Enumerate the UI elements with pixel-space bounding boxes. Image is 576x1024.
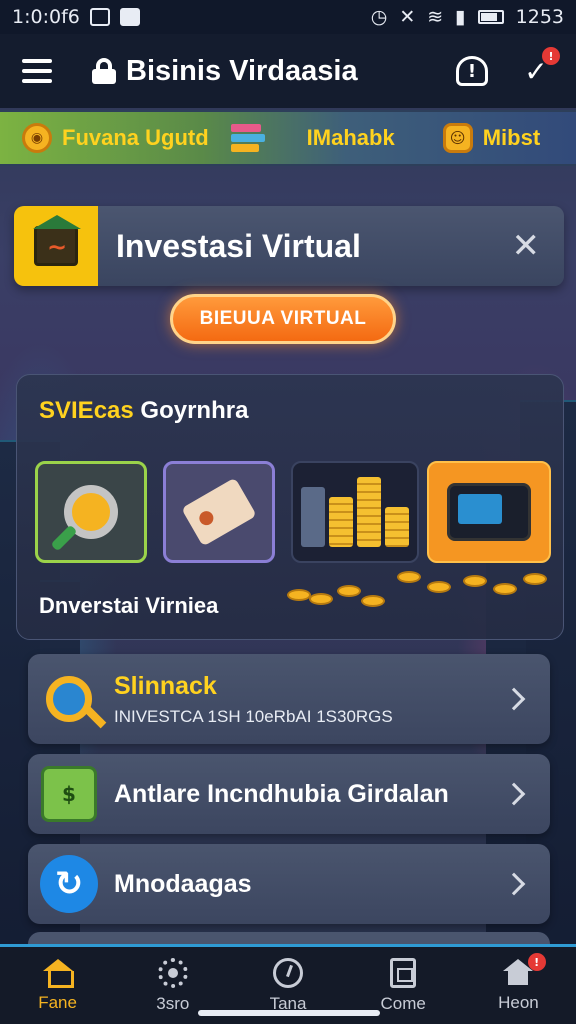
promo-label: Fuvana Ugutd bbox=[62, 125, 209, 150]
panel-title: SVIEcas Goyrnhra bbox=[39, 397, 248, 425]
gear-icon bbox=[157, 957, 188, 988]
panel-title-rest: Goyrnhra bbox=[133, 397, 249, 424]
notification-badge: ! bbox=[542, 47, 560, 65]
list-item-title: Mnodaagas bbox=[114, 869, 252, 898]
alarm-icon: ◷ bbox=[370, 6, 388, 28]
app-title: Bisinis Virdaasia bbox=[126, 54, 358, 87]
price-tag-icon bbox=[181, 477, 257, 547]
chevron-right-icon bbox=[502, 687, 526, 711]
books-icon bbox=[230, 124, 267, 152]
list-item[interactable]: $ Antlare Incndhubia Girdalan bbox=[28, 754, 550, 834]
feature-panel: SVIEcas Goyrnhra Dnverstai Virniea bbox=[16, 374, 564, 640]
investment-card-header: Investasi Virtual ✕ bbox=[14, 206, 564, 286]
face-icon: ☺ bbox=[442, 123, 473, 153]
key-icon bbox=[40, 670, 98, 728]
battery-icon bbox=[477, 10, 504, 24]
list-item-title: Antlare Incndhubia Girdalan bbox=[114, 779, 449, 808]
magnifier-icon bbox=[64, 485, 118, 539]
mute-icon: ✕ bbox=[399, 6, 416, 28]
nav-label: Come bbox=[380, 993, 426, 1013]
promo-item-2[interactable]: IMahabk bbox=[307, 125, 395, 151]
coins-decoration bbox=[287, 571, 557, 615]
investment-house-icon bbox=[14, 206, 98, 286]
lock-icon bbox=[92, 58, 116, 84]
home-indicator[interactable] bbox=[198, 1010, 380, 1016]
panel-title-highlight: SVIEcas bbox=[39, 397, 134, 424]
virtual-cta-button[interactable]: BIEUUA VIRTUAL bbox=[170, 294, 396, 344]
promo-item-3[interactable]: ☺ Mibst bbox=[442, 123, 541, 153]
chevron-right-icon bbox=[502, 782, 526, 806]
nav-label: Fane bbox=[38, 992, 77, 1012]
refresh-icon: ↻ bbox=[40, 855, 98, 913]
promo-label: IMahabk bbox=[306, 125, 395, 150]
chevron-right-icon bbox=[502, 872, 526, 896]
cash-icon: $ bbox=[40, 765, 98, 823]
alert-icon: ! bbox=[456, 56, 488, 86]
promo-label: Mibst bbox=[482, 125, 541, 150]
nav-label: Heon bbox=[498, 992, 539, 1012]
investment-card-title: Investasi Virtual bbox=[116, 227, 361, 264]
status-bar: 1:0:0f6 ◷ ✕ ≋ ▮ 1253 bbox=[0, 0, 576, 34]
notification-button[interactable]: ✓ ! bbox=[518, 47, 560, 89]
tile-gold[interactable] bbox=[291, 461, 419, 563]
alert-button[interactable]: ! bbox=[454, 53, 490, 89]
tile-device[interactable] bbox=[427, 461, 551, 563]
status-clock: 1253 bbox=[515, 6, 564, 28]
nav-badge: ! bbox=[527, 953, 546, 971]
device-icon bbox=[447, 483, 531, 541]
app-bar: Bisinis Virdaasia ! ✓ ! bbox=[0, 34, 576, 108]
nav-item-house[interactable]: ! Heon bbox=[461, 947, 576, 1024]
document-icon bbox=[390, 957, 417, 988]
wifi-icon: ≋ bbox=[427, 6, 444, 28]
status-time: 1:0:0f6 bbox=[12, 6, 80, 28]
coin-icon: ◉ bbox=[22, 123, 52, 153]
hamburger-icon[interactable] bbox=[22, 59, 52, 83]
tile-tag[interactable] bbox=[163, 461, 275, 563]
panel-footer-text: Dnverstai Virniea bbox=[39, 593, 219, 618]
promo-item-1[interactable]: ◉ Fuvana Ugutd bbox=[22, 123, 209, 153]
nav-label: 3sro bbox=[156, 993, 190, 1013]
home-icon bbox=[42, 958, 74, 988]
mail-notification-icon bbox=[89, 8, 110, 26]
nav-item-home[interactable]: Fane bbox=[0, 947, 115, 1024]
tile-search[interactable] bbox=[35, 461, 147, 563]
list-item[interactable]: Slinnack INIVESTCA 1SH 10eRbAI 1S30RGS bbox=[28, 654, 550, 744]
gold-stack-icon bbox=[301, 477, 409, 547]
app-notification-icon bbox=[119, 8, 140, 26]
promo-strip: ◉ Fuvana Ugutd IMahabk ☺ Mibst bbox=[0, 110, 576, 166]
list-item-subtitle: INIVESTCA 1SH 10eRbAI 1S30RGS bbox=[114, 706, 393, 726]
list-item-title: Slinnack bbox=[114, 671, 217, 700]
signal-icon: ▮ bbox=[455, 6, 466, 28]
clock-icon bbox=[273, 957, 303, 988]
close-icon[interactable]: ✕ bbox=[512, 229, 541, 263]
list-item[interactable]: ↻ Mnodaagas bbox=[28, 844, 550, 924]
